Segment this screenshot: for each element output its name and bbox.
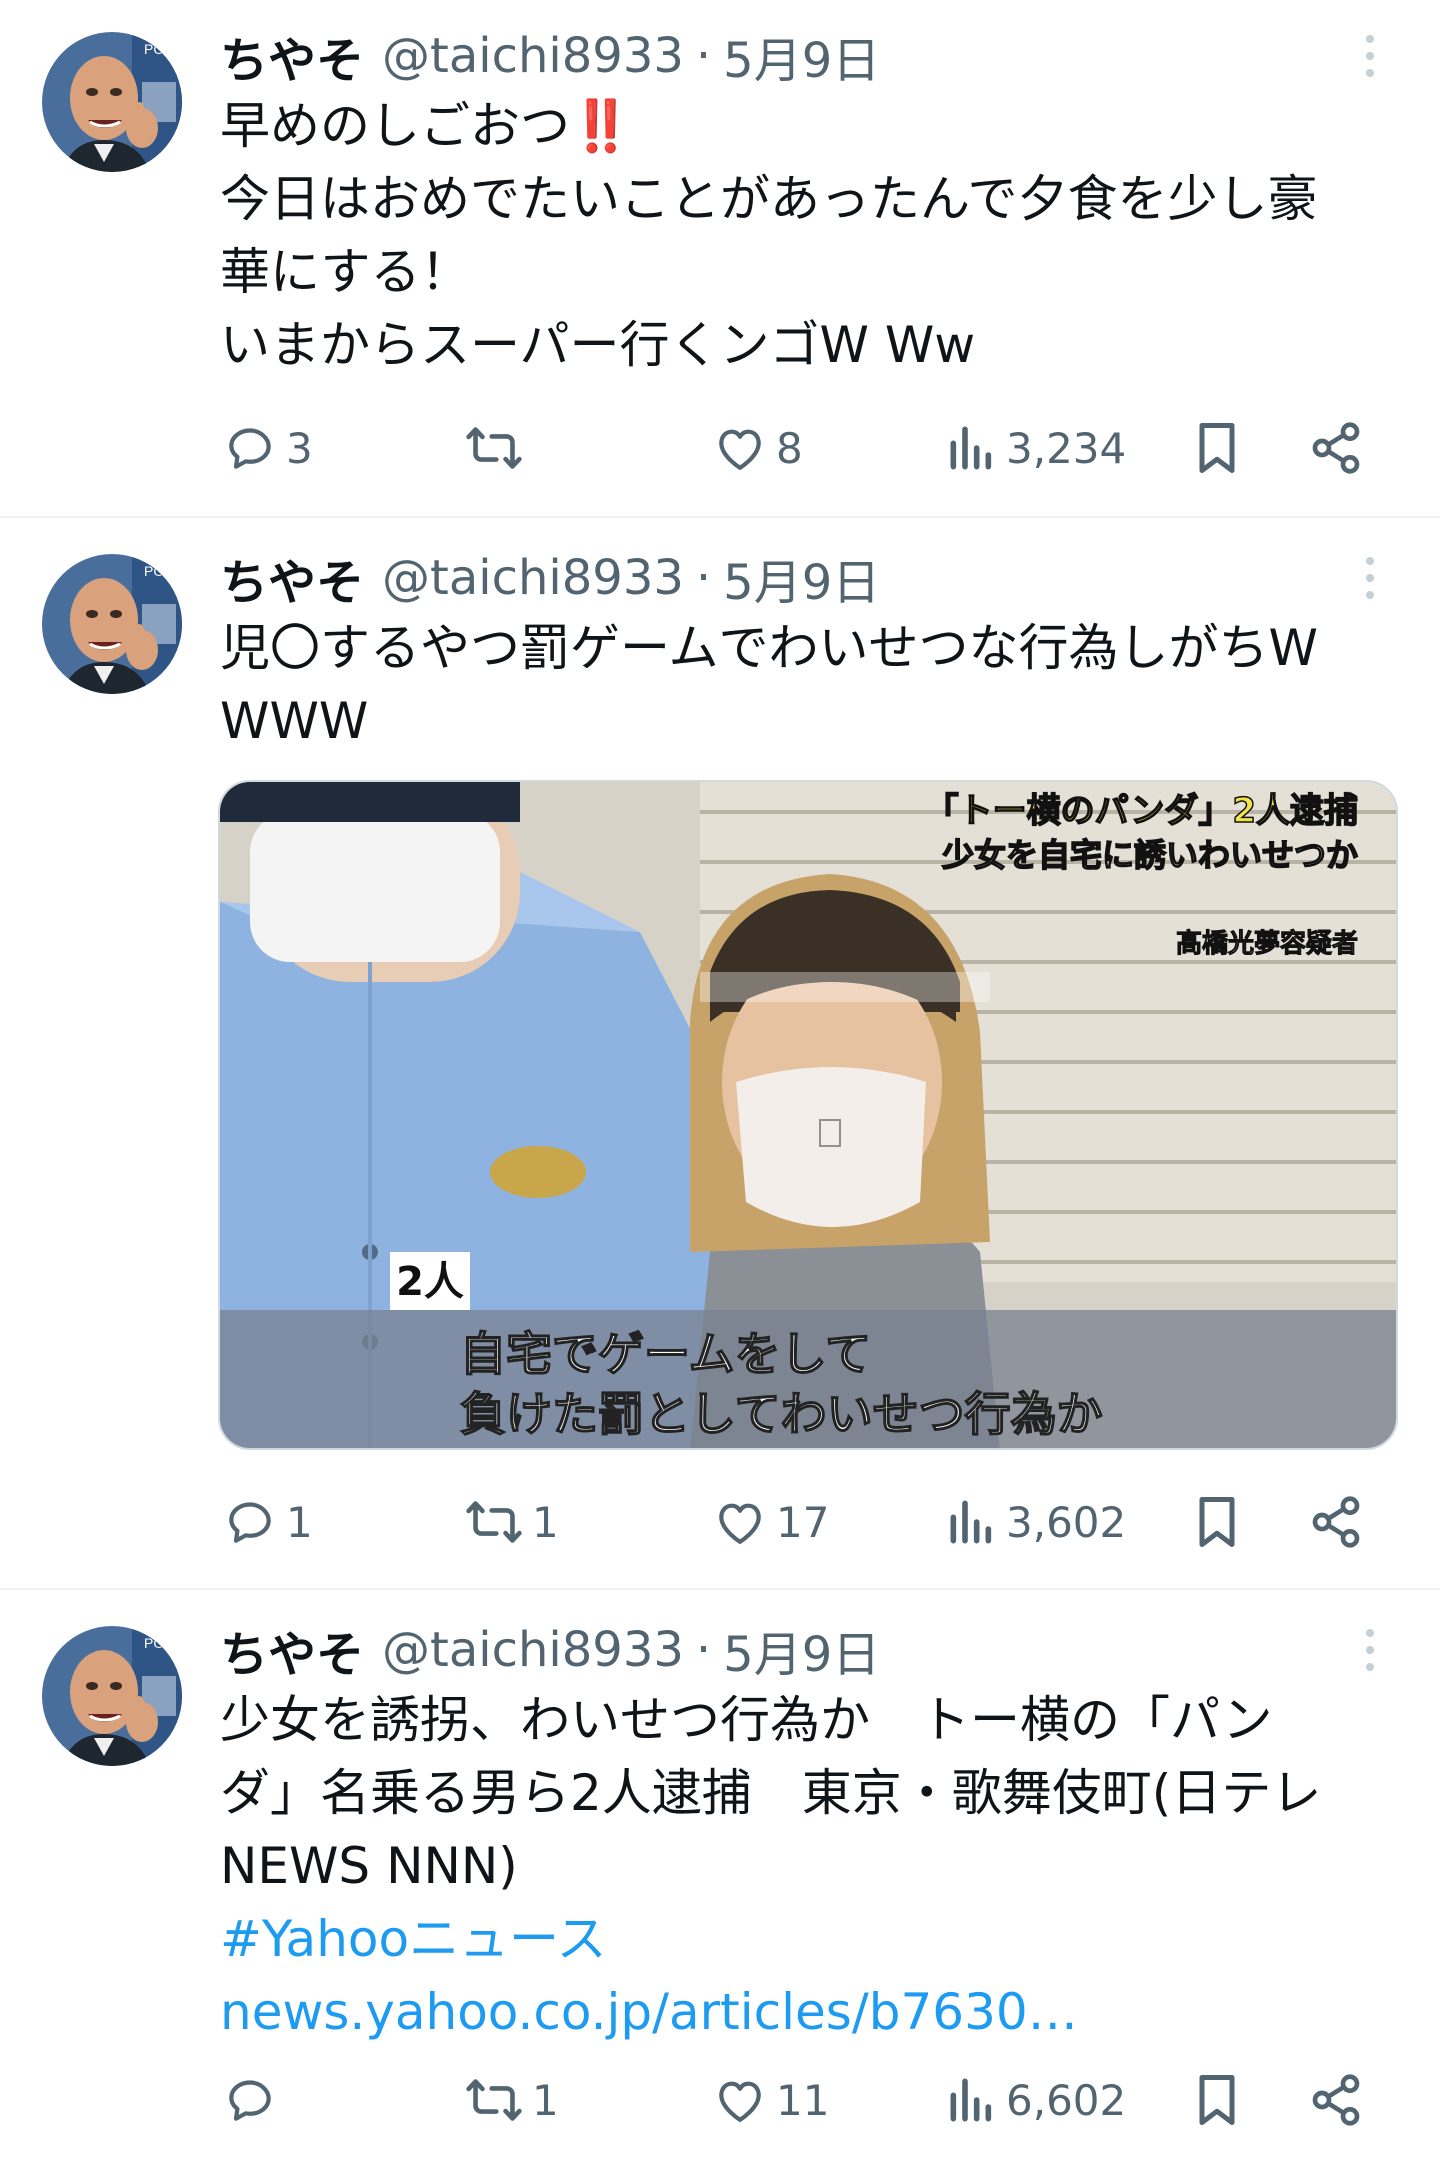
more-icon[interactable] [1352, 546, 1388, 610]
user-handle[interactable]: @taichi8933 [382, 550, 684, 606]
views-icon [950, 2078, 992, 2122]
subtitle-line: 自宅でゲームをして [460, 1327, 871, 1381]
double-exclamation-emoji: ‼️ [570, 97, 633, 155]
tweet-date[interactable]: 5月9日 [723, 1615, 880, 1685]
news-headline: 「トー横のパンダ」2人逮捕 [925, 791, 1358, 831]
like-button[interactable]: 11 [712, 2060, 829, 2140]
like-count: 11 [776, 2075, 830, 2125]
view-count: 6,602 [1006, 2075, 1127, 2125]
display-name[interactable]: ちやそ [220, 543, 364, 613]
subtitle-line: 負けた罰としてわいせつ行為か [460, 1387, 1103, 1441]
retweet-count: 1 [532, 2075, 559, 2125]
share-button[interactable] [1308, 408, 1364, 488]
heart-icon [719, 1503, 761, 1544]
text-line: 少女を誘拐、わいせつ行為か トー横の「パン [220, 1691, 1273, 1749]
bookmark-button[interactable] [1192, 1482, 1242, 1562]
tweet-date[interactable]: 5月9日 [723, 21, 880, 91]
views-button[interactable]: 3,234 [946, 408, 1126, 488]
like-count: 8 [776, 423, 803, 473]
bookmark-icon [1199, 423, 1235, 473]
hashtag-link[interactable]: #Yahooニュース [220, 1903, 1400, 1976]
separator-dot: · [695, 1622, 712, 1678]
reply-icon [229, 1502, 271, 1543]
tweet-header: ちやそ @taichi8933 · 5月9日 [220, 543, 880, 613]
avatar[interactable] [42, 554, 182, 694]
tweet-1[interactable]: ちやそ @taichi8933 · 5月9日 早めのしごおつ‼️ 今日はおめでた… [0, 0, 1440, 515]
reply-icon [229, 2080, 271, 2121]
count-badge: 2人 [396, 1259, 464, 1305]
text-line: WWW [220, 692, 369, 750]
tweet-header: ちやそ @taichi8933 · 5月9日 [220, 21, 880, 91]
share-icon [1312, 2074, 1360, 2126]
text-line: NEWS NNN) [220, 1837, 518, 1895]
text-line: ダ」名乗る男ら2人逮捕 東京・歌舞伎町(日テレ [220, 1764, 1322, 1822]
user-handle[interactable]: @taichi8933 [382, 1622, 684, 1678]
tweet-text: 児〇するやつ罰ゲームでわいせつな行為しがちW WWW [220, 612, 1400, 758]
suspect-name: 髙橋光夢容疑者 [1176, 928, 1358, 959]
display-name[interactable]: ちやそ [220, 1615, 364, 1685]
retweet-button[interactable] [464, 408, 532, 488]
text-line: 児〇するやつ罰ゲームでわいせつな行為しがちW [220, 619, 1318, 677]
text-line: いまからスーパー行くンゴW Ww [220, 316, 976, 374]
bookmark-button[interactable] [1192, 408, 1242, 488]
share-icon [1312, 1496, 1360, 1548]
reply-button[interactable] [222, 2060, 286, 2140]
bookmark-button[interactable] [1192, 2060, 1242, 2140]
user-handle[interactable]: @taichi8933 [382, 28, 684, 84]
heart-icon [719, 429, 761, 470]
retweet-button[interactable]: 1 [464, 1482, 559, 1562]
news-subheadline: 少女を自宅に誘いわいせつか [942, 836, 1358, 874]
article-link[interactable]: news.yahoo.co.jp/articles/b7630… [220, 1976, 1400, 2049]
like-button[interactable]: 8 [712, 408, 803, 488]
retweet-button[interactable]: 1 [464, 2060, 559, 2140]
view-count: 3,234 [1006, 423, 1127, 473]
action-bar: 1 11 6,602 [0, 2060, 1440, 2140]
avatar[interactable] [42, 32, 182, 172]
reply-button[interactable]: 1 [222, 1482, 313, 1562]
reply-icon [229, 428, 271, 469]
bookmark-icon [1199, 2075, 1235, 2125]
avatar[interactable] [42, 1626, 182, 1766]
like-button[interactable]: 17 [712, 1482, 829, 1562]
retweet-icon [466, 2079, 522, 2121]
more-icon[interactable] [1352, 1618, 1388, 1682]
retweet-icon [466, 427, 522, 469]
like-count: 17 [776, 1497, 830, 1547]
tweet-2[interactable]: ちやそ @taichi8933 · 5月9日 児〇するやつ罰ゲームでわいせつな行… [0, 518, 1440, 1588]
reply-button[interactable]: 3 [222, 408, 313, 488]
tweet-date[interactable]: 5月9日 [723, 543, 880, 613]
share-button[interactable] [1308, 2060, 1364, 2140]
reply-count: 3 [286, 423, 313, 473]
tweet-3[interactable]: ちやそ @taichi8933 · 5月9日 少女を誘拐、わいせつ行為か トー横… [0, 1590, 1440, 2182]
heart-icon [719, 2081, 761, 2122]
action-bar: 3 8 3,234 [0, 408, 1440, 488]
tweet-text: 少女を誘拐、わいせつ行為か トー横の「パン ダ」名乗る男ら2人逮捕 東京・歌舞伎… [220, 1684, 1400, 2049]
retweet-count: 1 [532, 1497, 559, 1547]
views-icon [950, 426, 992, 470]
share-icon [1312, 422, 1360, 474]
action-bar: 1 1 17 3,602 [0, 1482, 1440, 1562]
text-line: 早めのしごおつ [220, 97, 570, 155]
display-name[interactable]: ちやそ [220, 21, 364, 91]
views-icon [950, 1500, 992, 1544]
view-count: 3,602 [1006, 1497, 1127, 1547]
text-line: 今日はおめでたいことがあったんで夕食を少し豪 [220, 170, 1318, 228]
views-button[interactable]: 6,602 [946, 2060, 1126, 2140]
more-icon[interactable] [1352, 24, 1388, 88]
retweet-icon [466, 1501, 522, 1543]
text-line: 華にする！ [220, 243, 471, 301]
bookmark-icon [1199, 1497, 1235, 1547]
reply-count: 1 [286, 1497, 313, 1547]
share-button[interactable] [1308, 1482, 1364, 1562]
views-button[interactable]: 3,602 [946, 1482, 1126, 1562]
media-image[interactable]: 2人 「トー横のパンダ」2人逮捕 少女を自宅に誘いわいせつか 髙橋光夢容疑者 自… [218, 780, 1398, 1450]
separator-dot: · [695, 28, 712, 84]
tweet-text: 早めのしごおつ‼️ 今日はおめでたいことがあったんで夕食を少し豪 華にする！ い… [220, 90, 1400, 382]
separator-dot: · [695, 550, 712, 606]
tweet-header: ちやそ @taichi8933 · 5月9日 [220, 1615, 880, 1685]
